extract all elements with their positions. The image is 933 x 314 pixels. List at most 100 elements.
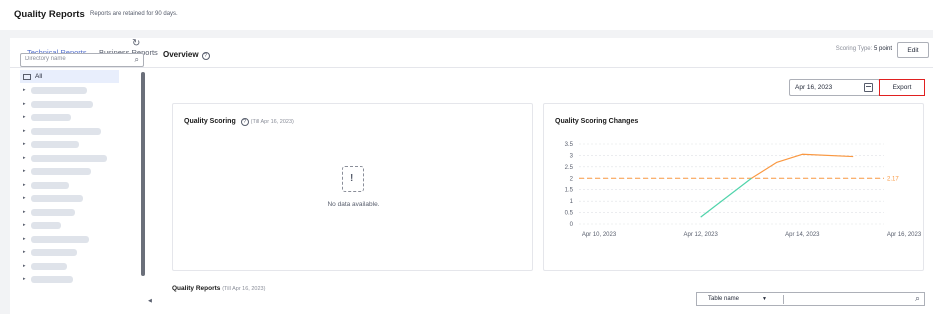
search-icon[interactable]: ⌕ xyxy=(915,293,920,304)
table-search-input[interactable] xyxy=(788,295,898,301)
x-tick-label: Apr 14, 2023 xyxy=(785,232,820,238)
tree-item[interactable]: ▸ xyxy=(20,113,130,123)
directory-sidebar: ↻ ⌕ All ▸ ▸ ▸ ▸ ▸ ▸ ▸ ▸ ▸ ▸ ▸ ▸ ▸ ▸ ▸ xyxy=(20,36,148,283)
quality-scoring-note: (Till Apr 16, 2023) xyxy=(250,119,294,125)
expand-arrow-icon[interactable]: ▸ xyxy=(23,114,26,120)
tree-item-label-redacted xyxy=(31,208,75,216)
y-tick-label: 1 xyxy=(570,199,574,205)
tree-item[interactable]: ▸ xyxy=(20,86,130,96)
refresh-icon[interactable]: ↻ xyxy=(132,38,140,49)
sidebar-scrollbar[interactable] xyxy=(141,72,145,276)
tree-item-label-redacted xyxy=(31,181,69,189)
export-button[interactable]: Export xyxy=(879,79,925,96)
expand-arrow-icon[interactable]: ▸ xyxy=(23,249,26,255)
folder-icon xyxy=(23,73,31,80)
tree-item-label-redacted xyxy=(31,127,101,135)
report-tabs: Technical Reports Business Reports Scori… xyxy=(10,38,933,68)
scoring-type: Scoring Type: 5 point xyxy=(836,46,892,52)
tree-item[interactable]: ▸ xyxy=(20,208,130,218)
table-filter-select[interactable]: Table name ▼ xyxy=(696,292,784,306)
tree-item-label-redacted xyxy=(31,235,89,243)
edit-button[interactable]: Edit xyxy=(897,42,929,58)
tree-item-label-redacted xyxy=(31,222,61,229)
expand-arrow-icon[interactable]: ▸ xyxy=(23,168,26,174)
directory-search[interactable]: ⌕ xyxy=(20,53,144,67)
scoring-type-value: 5 point xyxy=(873,46,892,52)
tree-item-label-redacted xyxy=(31,276,73,283)
y-tick-label: 1.5 xyxy=(565,188,574,194)
expand-arrow-icon[interactable]: ▸ xyxy=(23,128,26,134)
table-search[interactable]: ⌕ xyxy=(784,292,925,306)
tree-item[interactable]: ▸ xyxy=(20,140,130,150)
tree-item-label-redacted xyxy=(31,262,67,270)
tree-item[interactable]: ▸ xyxy=(20,275,130,285)
tree-item-label-redacted xyxy=(31,100,93,108)
quality-scoring-title: Quality Scoring ? (Till Apr 16, 2023) xyxy=(184,118,294,126)
tree-item-label-redacted xyxy=(31,87,87,94)
y-tick-label: 0.5 xyxy=(565,211,574,217)
tree-item[interactable]: ▸ xyxy=(20,100,130,110)
tree-item[interactable]: ▸ xyxy=(20,235,130,245)
tree-item[interactable]: ▸ xyxy=(20,167,130,177)
tree-item-label-redacted xyxy=(31,249,77,256)
expand-arrow-icon[interactable]: ▸ xyxy=(23,141,26,147)
directory-search-input[interactable] xyxy=(25,56,125,62)
x-tick-label: Apr 10, 2023 xyxy=(582,232,617,238)
table-filter-value: Table name xyxy=(708,296,740,302)
tree-item-all[interactable]: All xyxy=(20,70,119,83)
expand-arrow-icon[interactable]: ▸ xyxy=(23,155,26,161)
help-icon[interactable]: ? xyxy=(201,52,210,60)
overview-title: Overview? xyxy=(163,50,210,60)
expand-arrow-icon[interactable]: ▸ xyxy=(23,101,26,107)
calendar-icon[interactable] xyxy=(864,83,873,92)
collapse-sidebar-icon[interactable]: ◀ xyxy=(148,298,152,304)
help-icon[interactable]: ? xyxy=(240,118,249,126)
y-tick-label: 2 xyxy=(570,176,574,182)
quality-reports-title: Quality Reports (Till Apr 16, 2023) xyxy=(172,285,265,292)
page-header: Quality Reports Reports are retained for… xyxy=(0,0,933,30)
tree-item-label-redacted xyxy=(31,195,83,202)
quality-reports-title-text: Quality Reports xyxy=(172,285,221,292)
page-title: Quality Reports xyxy=(14,9,85,20)
tree-item[interactable]: ▸ xyxy=(20,262,130,272)
tree-item-label-redacted xyxy=(31,114,71,121)
x-tick-label: Apr 16, 2023 xyxy=(887,232,922,238)
y-tick-label: 2.5 xyxy=(565,165,574,171)
tree-item[interactable]: ▸ xyxy=(20,221,130,231)
quality-reports-note: (Till Apr 16, 2023) xyxy=(222,286,266,292)
overview-title-text: Overview xyxy=(163,50,199,59)
average-reference-label: 2.17 xyxy=(887,176,899,182)
date-picker-value: Apr 16, 2023 xyxy=(795,84,833,91)
expand-arrow-icon[interactable]: ▸ xyxy=(23,195,26,201)
tree-item-label-redacted xyxy=(31,168,91,175)
tree-item-label-redacted xyxy=(31,154,107,162)
expand-arrow-icon[interactable]: ▸ xyxy=(23,263,26,269)
search-icon[interactable]: ⌕ xyxy=(135,55,139,65)
y-tick-label: 3.5 xyxy=(565,142,574,148)
tree-item[interactable]: ▸ xyxy=(20,127,130,137)
x-tick-label: Apr 12, 2023 xyxy=(683,232,718,238)
y-tick-label: 0 xyxy=(570,222,574,228)
expand-arrow-icon[interactable]: ▸ xyxy=(23,276,26,282)
tree-item[interactable]: ▸ xyxy=(20,181,130,191)
expand-arrow-icon[interactable]: ▸ xyxy=(23,236,26,242)
no-data-icon xyxy=(342,166,364,192)
tree-item-label: All xyxy=(35,73,43,80)
expand-arrow-icon[interactable]: ▸ xyxy=(23,222,26,228)
expand-arrow-icon[interactable]: ▸ xyxy=(23,87,26,93)
page-subtitle: Reports are retained for 90 days. xyxy=(90,11,178,17)
y-tick-label: 3 xyxy=(570,153,574,159)
tree-item[interactable]: ▸ xyxy=(20,194,130,204)
date-picker[interactable]: Apr 16, 2023 xyxy=(789,79,880,96)
series-line-0 xyxy=(700,177,752,218)
tree-item-label-redacted xyxy=(31,141,79,148)
quality-scoring-title-text: Quality Scoring xyxy=(184,118,236,125)
expand-arrow-icon[interactable]: ▸ xyxy=(23,182,26,188)
series-line-1 xyxy=(751,153,854,179)
tree-item[interactable]: ▸ xyxy=(20,154,130,164)
quality-scoring-changes-panel: Quality Scoring Changes 0 0.5 1 1.5 2 2.5 3 3.5… xyxy=(543,103,924,271)
tree-item[interactable]: ▸ xyxy=(20,248,130,258)
scoring-type-label: Scoring Type: xyxy=(835,46,873,52)
expand-arrow-icon[interactable]: ▸ xyxy=(23,209,26,215)
chevron-down-icon: ▼ xyxy=(762,296,767,302)
